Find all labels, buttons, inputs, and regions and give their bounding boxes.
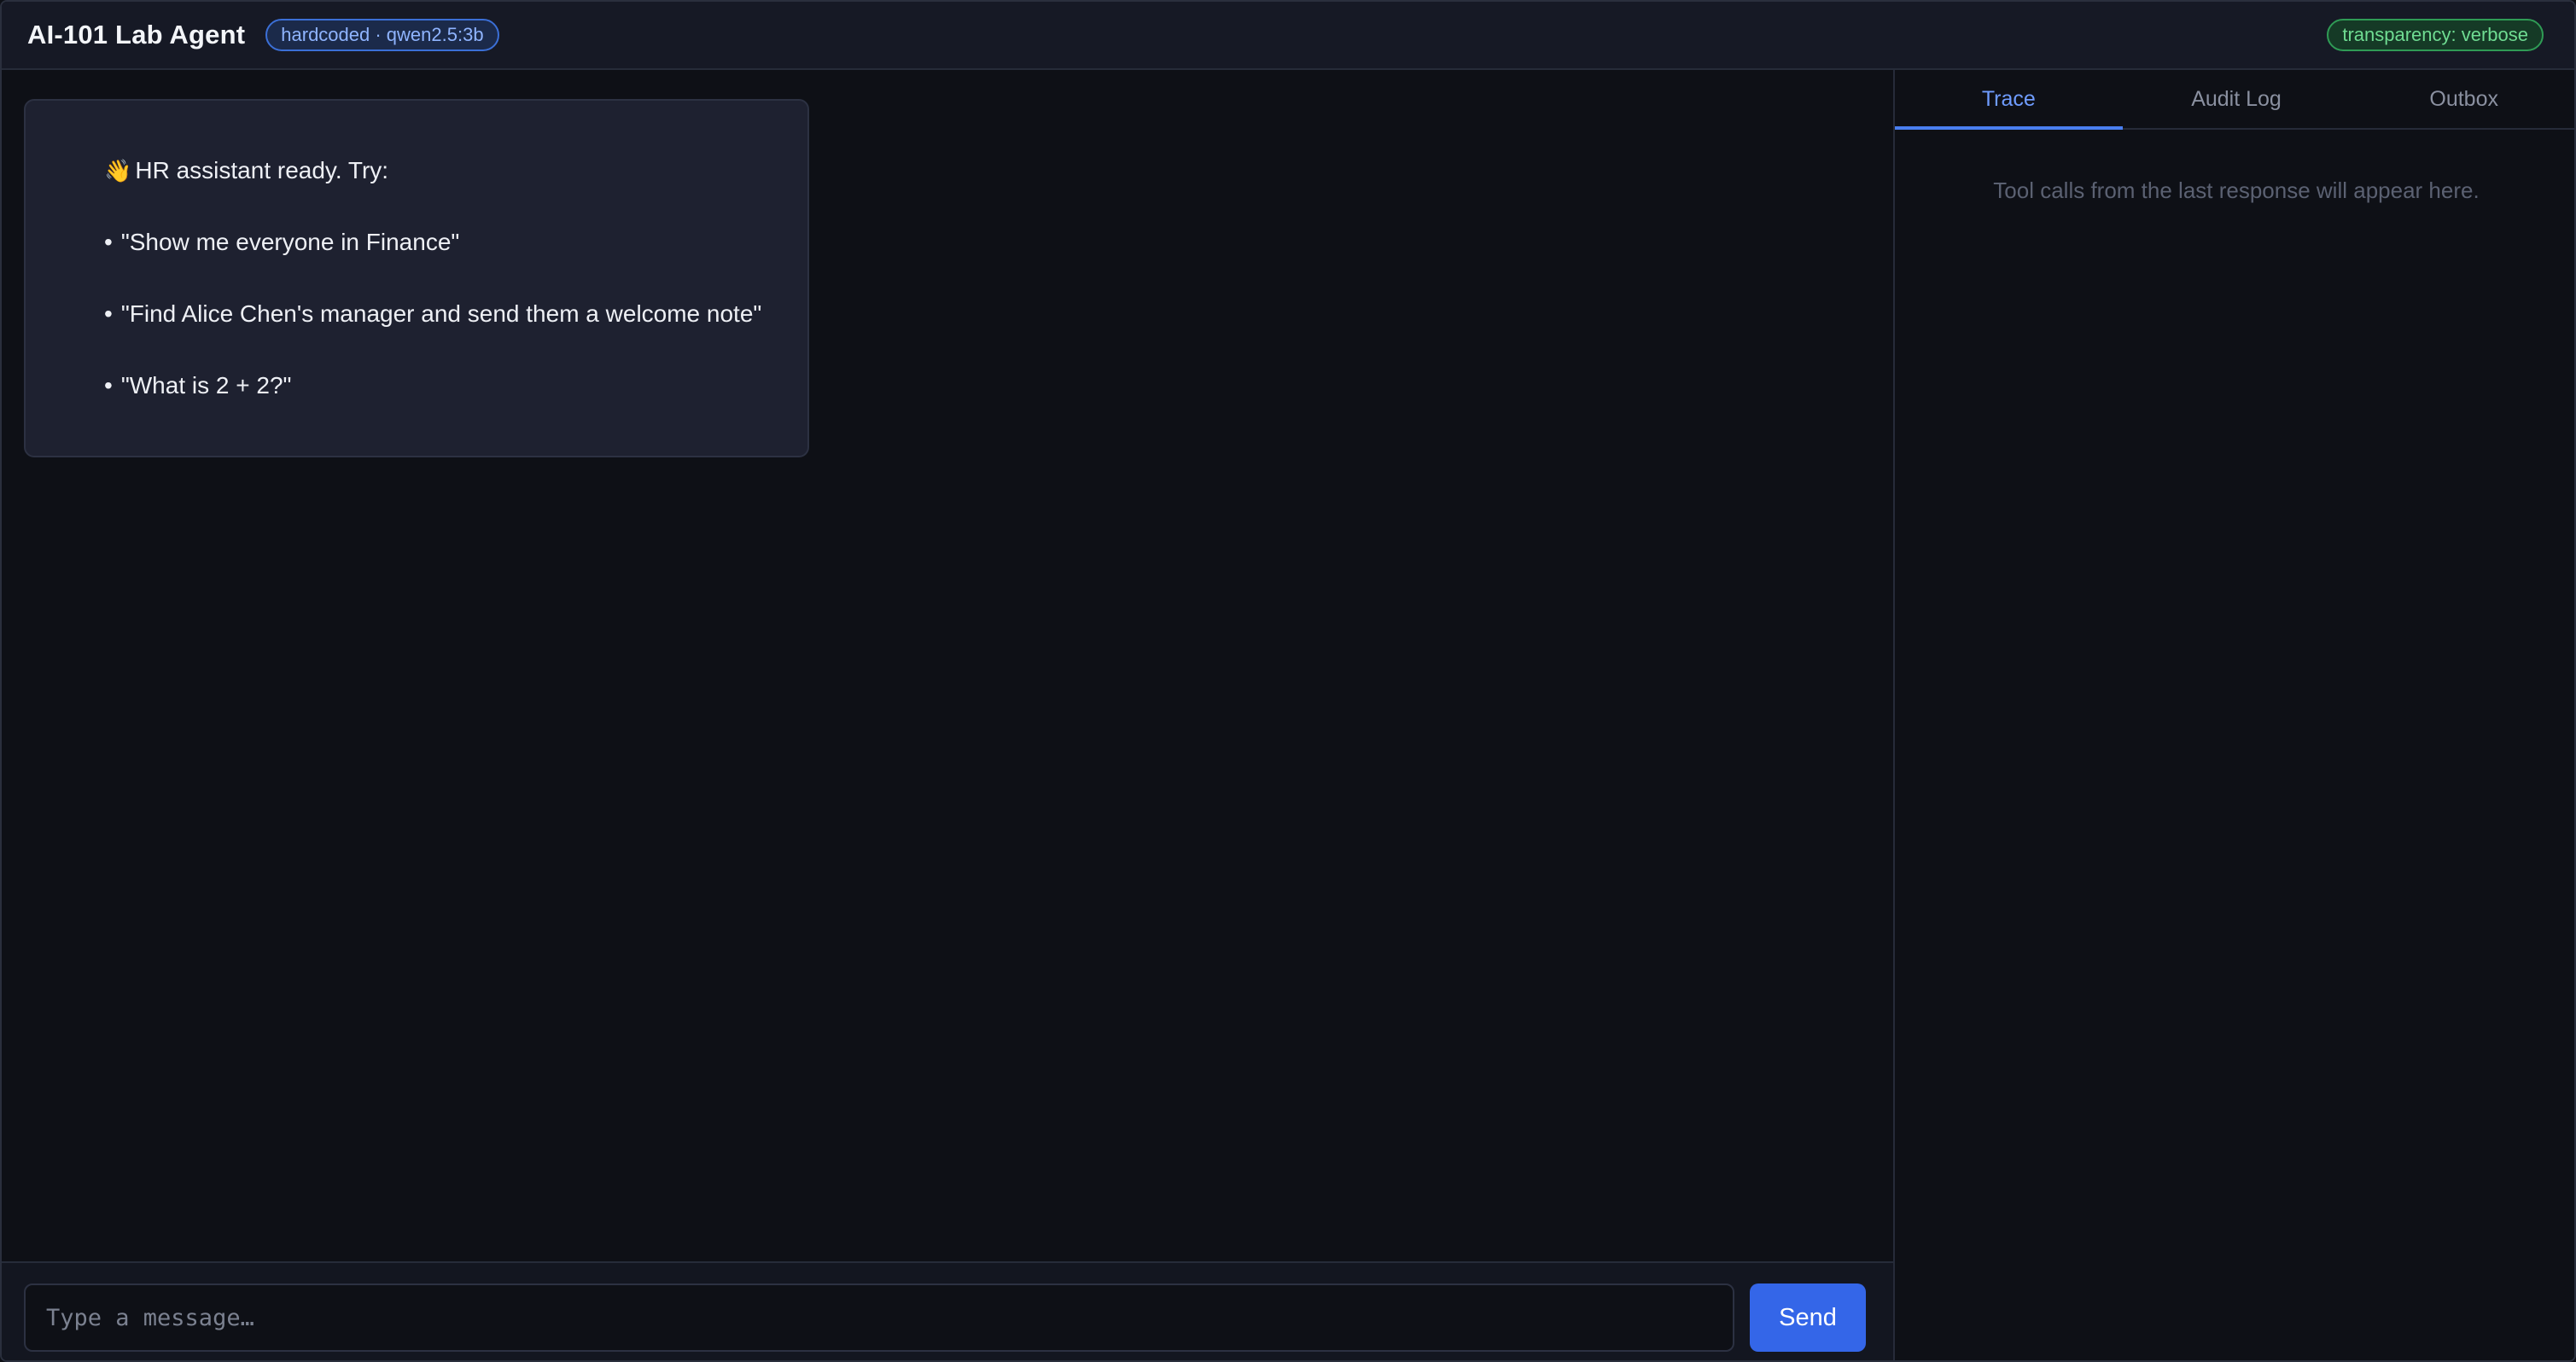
send-button[interactable]: Send bbox=[1750, 1283, 1866, 1352]
app-title: AI-101 Lab Agent bbox=[27, 20, 246, 49]
bullet-icon: • bbox=[104, 229, 113, 255]
assistant-message: 👋 HR assistant ready. Try: • "Show me ever… bbox=[24, 99, 809, 457]
suggestion-text: "What is 2 + 2?" bbox=[120, 372, 292, 399]
suggestion-text: "Show me everyone in Finance" bbox=[120, 229, 460, 255]
suggestion-text: "Find Alice Chen's manager and send them… bbox=[120, 300, 762, 327]
wave-icon: 👋 bbox=[104, 158, 132, 183]
tab-outbox[interactable]: Outbox bbox=[2350, 70, 2574, 128]
composer: Send bbox=[2, 1261, 1893, 1360]
panel-tabs: Trace Audit Log Outbox bbox=[1895, 70, 2574, 130]
intro-text: HR assistant ready. Try: bbox=[135, 157, 389, 183]
message-intro: 👋 HR assistant ready. Try: bbox=[104, 154, 807, 225]
transparency-badge: transparency: verbose bbox=[2327, 19, 2544, 51]
bullet-icon: • bbox=[104, 372, 113, 399]
chat-area: 👋 HR assistant ready. Try: • "Show me ever… bbox=[2, 70, 1893, 1261]
tab-audit-log[interactable]: Audit Log bbox=[2123, 70, 2351, 128]
tab-trace[interactable]: Trace bbox=[1895, 70, 2123, 130]
model-badge: hardcoded · qwen2.5:3b bbox=[265, 19, 499, 51]
suggestion-item: • "What is 2 + 2?" bbox=[104, 369, 807, 440]
message-input[interactable] bbox=[24, 1283, 1734, 1352]
trace-empty-state: Tool calls from the last response will a… bbox=[1993, 178, 2480, 203]
suggestion-item: • "Find Alice Chen's manager and send the… bbox=[104, 297, 807, 369]
side-panel: Trace Audit Log Outbox Tool calls from t… bbox=[1893, 70, 2574, 1360]
bullet-icon: • bbox=[104, 300, 113, 327]
top-bar: AI-101 Lab Agent hardcoded · qwen2.5:3b … bbox=[2, 2, 2574, 70]
app-window: AI-101 Lab Agent hardcoded · qwen2.5:3b … bbox=[0, 0, 2576, 1362]
suggestion-item: • "Show me everyone in Finance" bbox=[104, 225, 807, 297]
